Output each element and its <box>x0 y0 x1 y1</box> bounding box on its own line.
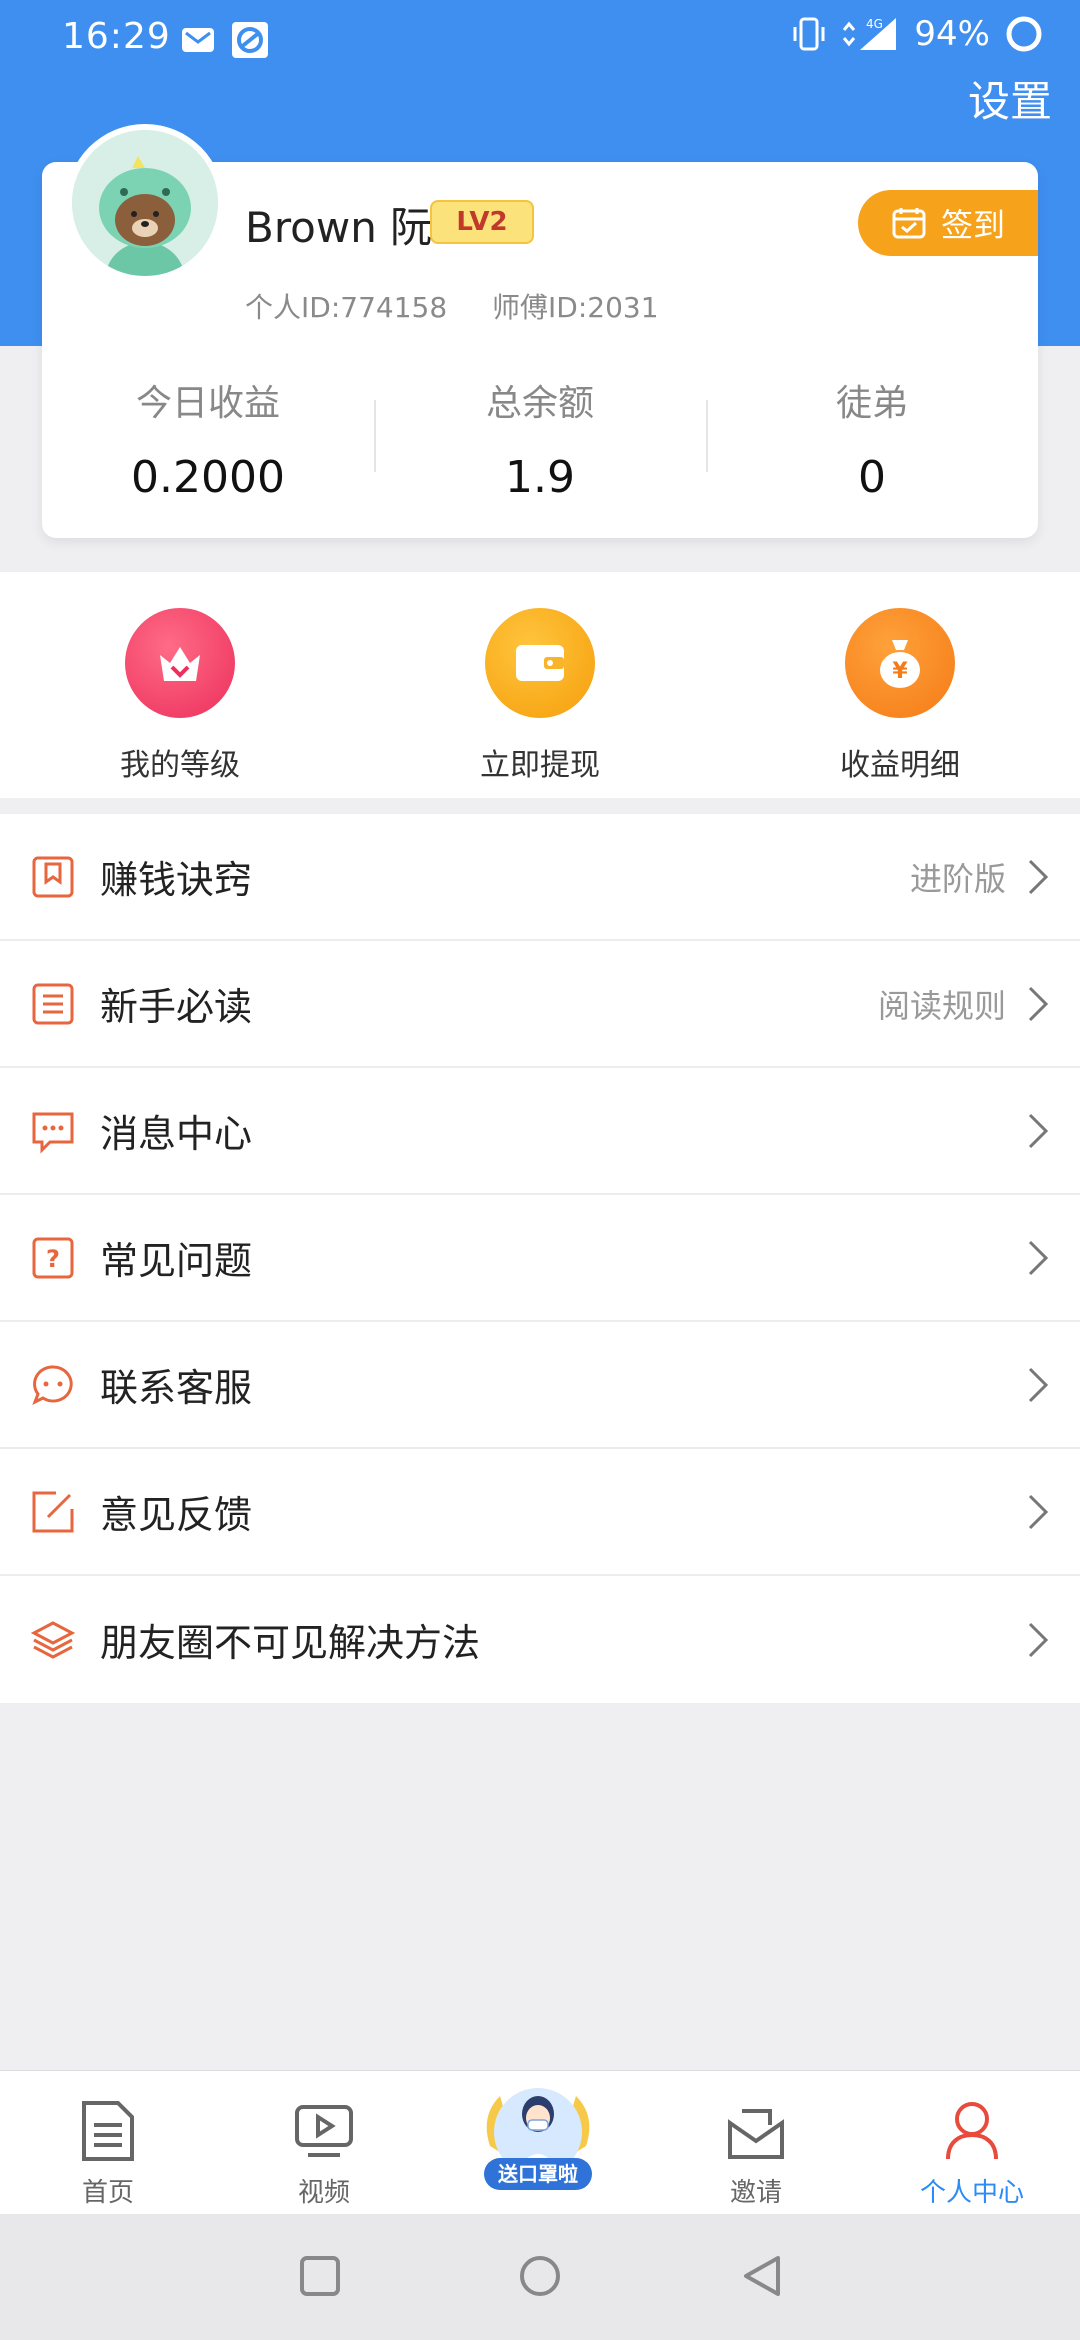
stat-today-earnings[interactable]: 今日收益 0.2000 <box>42 360 374 520</box>
crown-icon <box>125 608 235 718</box>
svg-text:?: ? <box>46 1245 60 1273</box>
username: Brown 阮 <box>245 203 433 252</box>
tab-home[interactable]: 首页 <box>0 2071 216 2214</box>
chevron-right-icon <box>1028 986 1049 1021</box>
divider <box>374 400 376 472</box>
stat-apprentices[interactable]: 徒弟 0 <box>706 360 1038 520</box>
tab-invite[interactable]: 邀请 <box>648 2071 864 2214</box>
menu-item-moments-fix[interactable]: 朋友圈不可见解决方法 <box>0 1576 1080 1703</box>
signal-4g-icon: 4G <box>843 17 897 50</box>
home-circle-icon[interactable] <box>518 2254 562 2298</box>
status-time: 16:29 <box>62 16 171 57</box>
battery-ring-icon <box>1006 16 1042 52</box>
edit-icon <box>32 1491 74 1532</box>
personal-id: 个人ID:774158 <box>245 291 448 324</box>
promo-icon: 送口罩啦 <box>484 2088 592 2190</box>
recent-apps-icon[interactable] <box>298 2254 342 2298</box>
menu-label: 联系客服 <box>100 1366 253 1410</box>
envelope-icon <box>728 2109 784 2159</box>
menu-label: 消息中心 <box>100 1112 253 1156</box>
menu-item-beginner-guide[interactable]: 新手必读 阅读规则 <box>0 941 1080 1068</box>
vibrate-icon <box>793 17 825 51</box>
stats-row: 今日收益 0.2000 总余额 1.9 徒弟 0 <box>42 360 1038 520</box>
signin-label: 签到 <box>940 206 1005 244</box>
quick-earnings-detail[interactable]: ¥ 收益明细 <box>720 572 1080 798</box>
quick-label: 收益明细 <box>840 748 960 783</box>
stat-value: 0 <box>858 452 886 503</box>
question-icon: ? <box>32 1237 74 1278</box>
avatar-bear-icon <box>72 130 218 276</box>
status-bar: 16:29 4G 94% <box>0 0 1080 80</box>
menu-list: 赚钱诀窍 进阶版 新手必读 阅读规则 消息中心 ? 常见问题 联系客服 意见反馈… <box>0 814 1080 1703</box>
stat-value: 0.2000 <box>131 452 285 503</box>
stat-value: 1.9 <box>505 452 575 503</box>
menu-label: 朋友圈不可见解决方法 <box>100 1621 481 1665</box>
menu-label: 常见问题 <box>100 1239 253 1283</box>
menu-hint: 阅读规则 <box>877 986 1006 1025</box>
wallet-icon <box>485 608 595 718</box>
money-bag-icon: ¥ <box>845 608 955 718</box>
quick-label: 我的等级 <box>120 748 240 783</box>
svg-text:¥: ¥ <box>892 659 908 684</box>
video-icon <box>295 2105 353 2157</box>
layers-icon <box>30 1620 76 1659</box>
menu-item-faq[interactable]: ? 常见问题 <box>0 1195 1080 1322</box>
back-triangle-icon[interactable] <box>740 2254 784 2298</box>
mail-notification-icon <box>182 28 214 52</box>
menu-item-message-center[interactable]: 消息中心 <box>0 1068 1080 1195</box>
tab-label: 首页 <box>81 2178 134 2208</box>
svg-text:4G: 4G <box>866 17 883 31</box>
app-notification-icon <box>232 22 268 58</box>
master-id: 师傅ID:2031 <box>492 291 659 324</box>
divider <box>706 400 708 472</box>
svg-text:送口罩啦: 送口罩啦 <box>498 2162 578 2186</box>
menu-label: 意见反馈 <box>100 1493 253 1537</box>
id-row: 个人ID:774158 师傅ID:2031 <box>245 286 695 326</box>
menu-item-customer-service[interactable]: 联系客服 <box>0 1322 1080 1449</box>
stat-label: 今日收益 <box>135 383 280 424</box>
bookmark-icon <box>32 856 74 897</box>
quick-my-level[interactable]: 我的等级 <box>0 572 360 798</box>
quick-label: 立即提现 <box>480 748 600 783</box>
menu-label: 新手必读 <box>100 985 253 1029</box>
message-icon <box>32 1112 74 1154</box>
person-icon <box>946 2102 998 2160</box>
level-badge: LV2 <box>430 200 534 244</box>
calendar-icon <box>892 208 926 239</box>
stat-label: 总余额 <box>485 383 594 424</box>
avatar[interactable] <box>66 124 224 282</box>
signin-button[interactable]: 签到 <box>858 190 1038 256</box>
menu-hint: 进阶版 <box>909 859 1006 898</box>
chevron-right-icon <box>1028 1367 1049 1402</box>
settings-button[interactable]: 设置 <box>968 68 1052 129</box>
chevron-right-icon <box>1028 1113 1049 1148</box>
chevron-right-icon <box>1028 1240 1049 1275</box>
battery-percent: 94% <box>914 14 990 54</box>
menu-item-money-tips[interactable]: 赚钱诀窍 进阶版 <box>0 814 1080 941</box>
chevron-right-icon <box>1028 1494 1049 1529</box>
menu-item-feedback[interactable]: 意见反馈 <box>0 1449 1080 1576</box>
stat-total-balance[interactable]: 总余额 1.9 <box>374 360 706 520</box>
document-icon <box>82 2101 134 2161</box>
promo-mask-button[interactable]: 送口罩啦 <box>470 2076 606 2196</box>
document-list-icon <box>32 983 74 1024</box>
chevron-right-icon <box>1028 859 1049 894</box>
quick-actions: 我的等级 立即提现 ¥ 收益明细 <box>0 572 1080 798</box>
tab-profile[interactable]: 个人中心 <box>864 2071 1080 2214</box>
tab-label: 邀请 <box>729 2178 782 2208</box>
chat-bubble-icon <box>32 1364 73 1405</box>
tab-label: 视频 <box>297 2178 350 2208</box>
system-navigation-bar <box>0 2214 1080 2340</box>
stat-label: 徒弟 <box>835 383 908 424</box>
tab-video[interactable]: 视频 <box>216 2071 432 2214</box>
status-right: 4G 94% <box>792 14 1044 54</box>
menu-label: 赚钱诀窍 <box>100 858 253 902</box>
tab-label: 个人中心 <box>919 2178 1024 2208</box>
quick-withdraw[interactable]: 立即提现 <box>360 572 720 798</box>
chevron-right-icon <box>1028 1622 1049 1657</box>
